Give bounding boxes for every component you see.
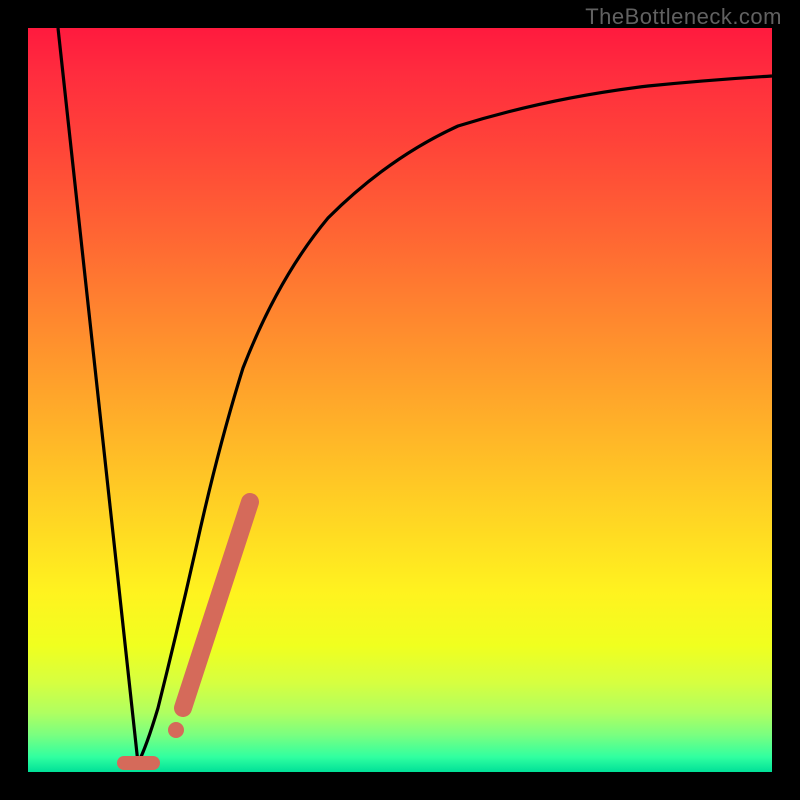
watermark-text: TheBottleneck.com [585, 4, 782, 30]
curve-right-rise [138, 76, 772, 763]
plot-area [28, 28, 772, 772]
highlight-segment [183, 502, 250, 708]
highlight-dot [168, 722, 184, 738]
chart-container: TheBottleneck.com [0, 0, 800, 800]
chart-svg [28, 28, 772, 772]
curve-left-descent [58, 28, 138, 763]
